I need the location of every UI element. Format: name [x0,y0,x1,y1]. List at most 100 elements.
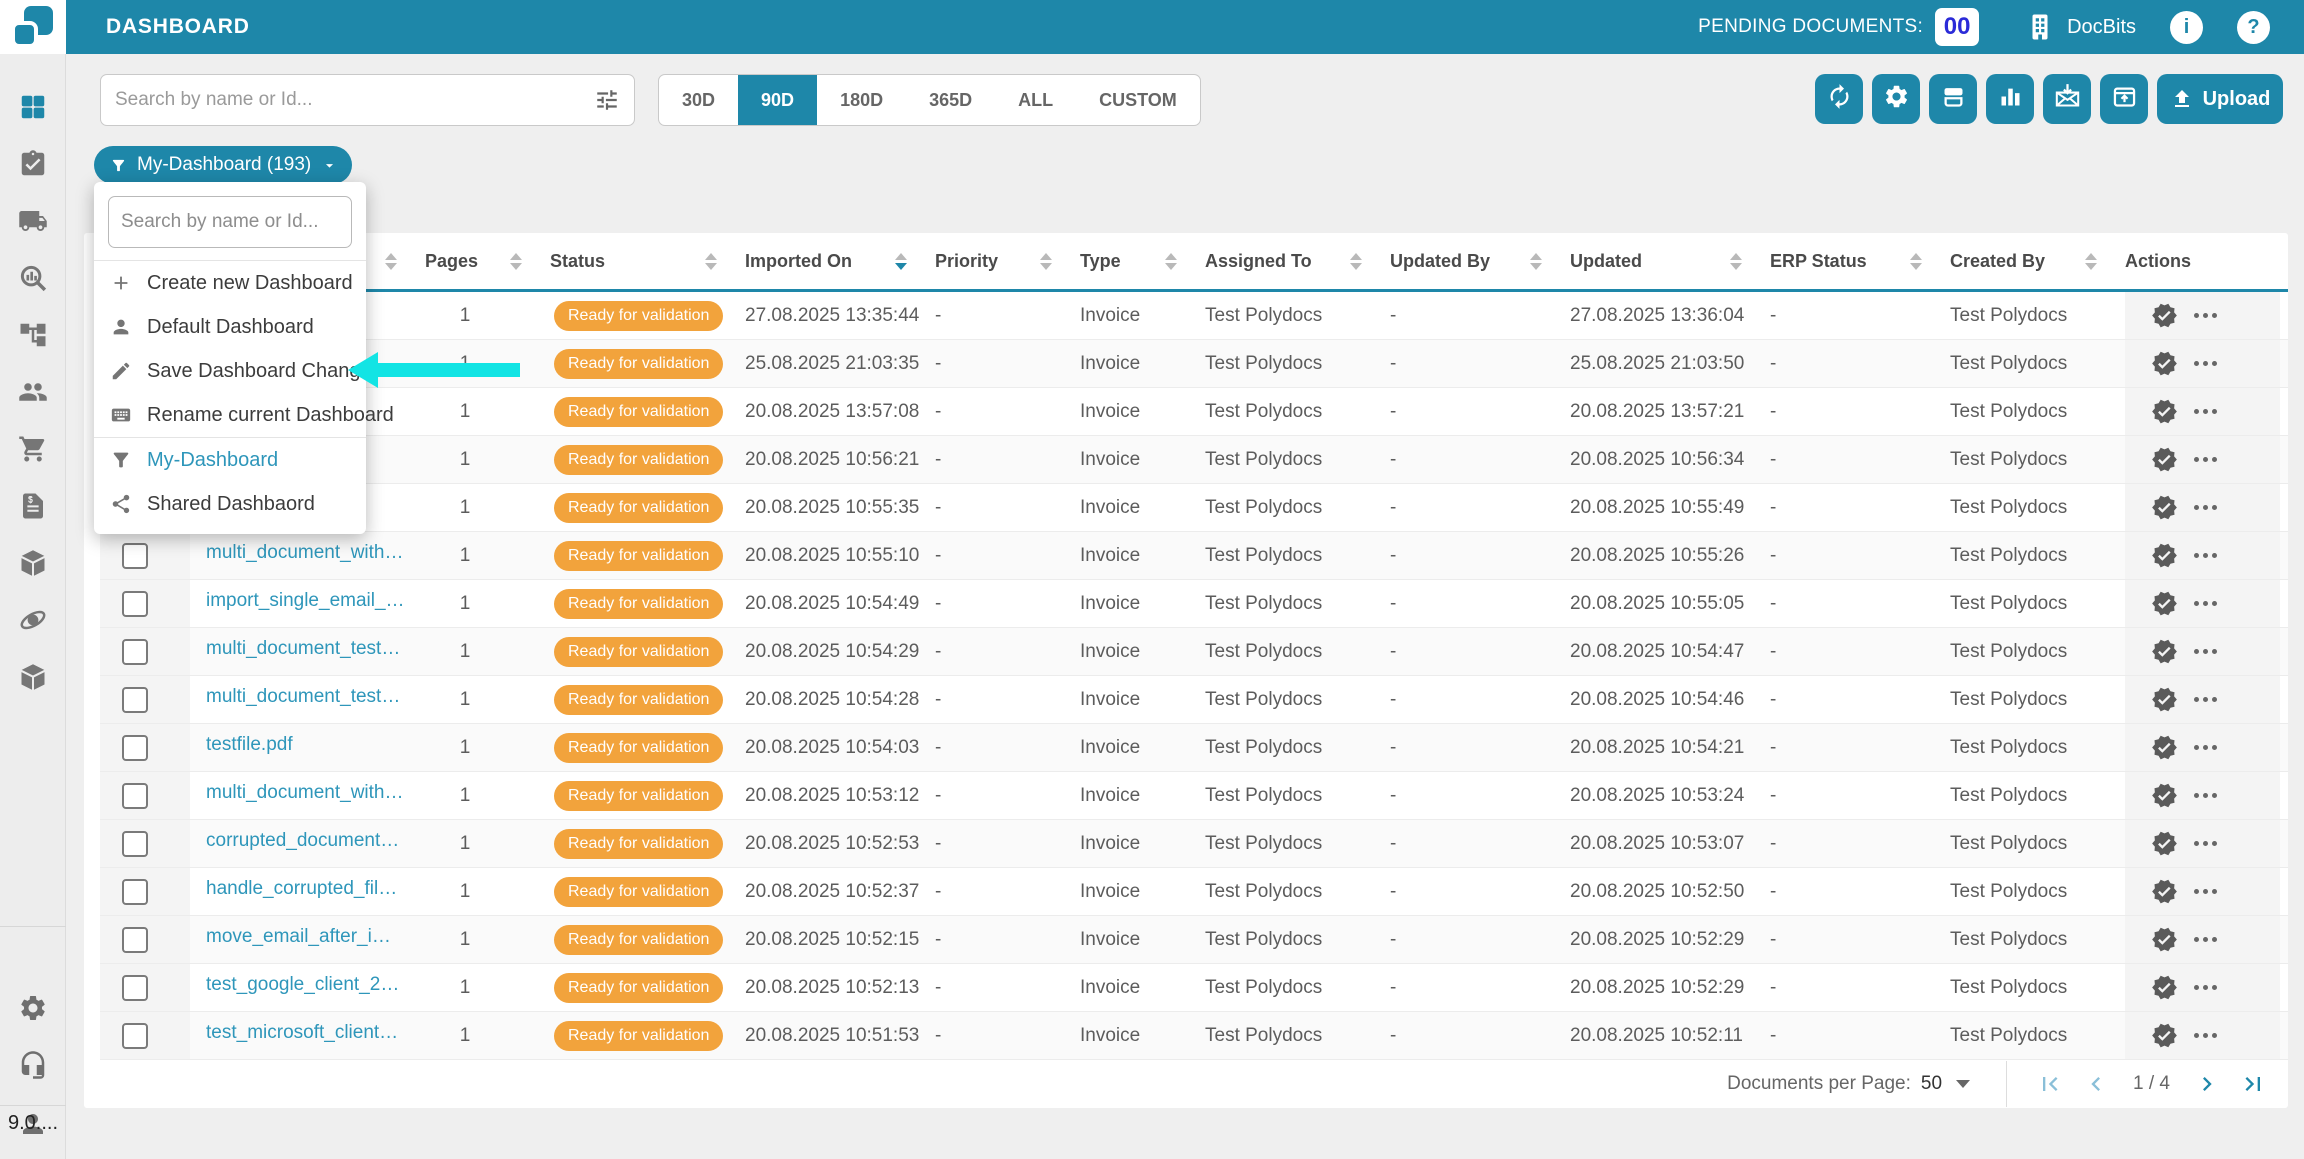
more-actions-icon[interactable] [2192,451,2219,468]
validate-seal-icon[interactable] [2151,1022,2178,1049]
row-checkbox[interactable] [122,590,148,617]
next-page-button[interactable] [2192,1069,2222,1099]
range-button-365d[interactable]: 365D [906,75,995,125]
validate-seal-icon[interactable] [2151,350,2178,377]
document-name-link[interactable]: test_microsoft_client… [190,1022,398,1044]
more-actions-icon[interactable] [2192,643,2219,660]
range-button-90d[interactable]: 90D [738,75,818,125]
gear-button[interactable] [1872,74,1920,124]
scanner-button[interactable] [1929,74,1977,124]
more-actions-icon[interactable] [2192,595,2219,612]
document-name-link[interactable]: multi_document_with… [190,782,403,804]
sort-arrows-icon[interactable] [1350,252,1362,270]
app-logo[interactable] [0,0,66,54]
sidebar-item-workflow[interactable] [18,320,48,350]
row-checkbox[interactable] [122,974,148,1001]
menu-item-default-dashboard[interactable]: Default Dashboard [94,305,366,349]
more-actions-icon[interactable] [2192,403,2219,420]
prev-page-button[interactable] [2081,1069,2111,1099]
more-actions-icon[interactable] [2192,547,2219,564]
validate-seal-icon[interactable] [2151,878,2178,905]
upload-button[interactable]: Upload [2157,74,2283,124]
row-checkbox[interactable] [122,542,148,569]
menu-item-shared-dashbaord[interactable]: Shared Dashbaord [94,482,366,526]
sidebar-item-shipping[interactable] [18,206,48,236]
validate-seal-icon[interactable] [2151,446,2178,473]
more-actions-icon[interactable] [2192,835,2219,852]
documents-per-page-select[interactable]: Documents per Page: 50 [1727,1073,1971,1095]
sort-arrows-icon[interactable] [1040,252,1052,270]
validate-seal-icon[interactable] [2151,542,2178,569]
document-name-link[interactable]: multi_document_test… [190,686,400,708]
sort-arrows-icon[interactable] [2085,252,2097,270]
last-page-button[interactable] [2238,1069,2268,1099]
document-name-link[interactable]: corrupted_document… [190,830,399,852]
column-header-pages[interactable]: Pages [425,233,550,289]
validate-seal-icon[interactable] [2151,734,2178,761]
column-header-updated-by[interactable]: Updated By [1390,233,1570,289]
validate-seal-icon[interactable] [2151,638,2178,665]
first-page-button[interactable] [2035,1069,2065,1099]
sidebar-item-analytics[interactable] [18,263,48,293]
column-header-priority[interactable]: Priority [935,233,1080,289]
validate-seal-icon[interactable] [2151,302,2178,329]
menu-item-create-new-dashboard[interactable]: Create new Dashboard [94,261,366,305]
more-actions-icon[interactable] [2192,1027,2219,1044]
more-actions-icon[interactable] [2192,979,2219,996]
help-icon[interactable]: ? [2237,10,2270,44]
sidebar-item-users[interactable] [18,377,48,407]
more-actions-icon[interactable] [2192,691,2219,708]
sidebar-item-dashboard[interactable] [18,92,48,122]
validate-seal-icon[interactable] [2151,974,2178,1001]
column-header-status[interactable]: Status [550,233,745,289]
validate-seal-icon[interactable] [2151,782,2178,809]
dashboard-selector-pill[interactable]: My-Dashboard (193) [94,146,353,184]
column-header-type[interactable]: Type [1080,233,1205,289]
bar-chart-button[interactable] [1986,74,2034,124]
sort-arrows-icon[interactable] [705,252,717,270]
sidebar-item-support[interactable] [18,1050,48,1080]
row-checkbox[interactable] [122,926,148,953]
document-name-link[interactable]: multi_document_test… [190,638,400,660]
sort-arrows-icon[interactable] [1910,252,1922,270]
sort-arrows-icon[interactable] [1530,252,1542,270]
row-checkbox[interactable] [122,638,148,665]
refresh-button[interactable] [1815,74,1863,124]
row-checkbox[interactable] [122,734,148,761]
more-actions-icon[interactable] [2192,739,2219,756]
sort-arrows-icon[interactable] [510,252,522,270]
row-checkbox[interactable] [122,878,148,905]
dashboard-search-input[interactable] [121,211,339,233]
sort-arrows-icon[interactable] [1165,252,1177,270]
document-name-link[interactable]: multi_document_with… [190,542,403,564]
validate-seal-icon[interactable] [2151,590,2178,617]
box-upload-button[interactable] [2100,74,2148,124]
sidebar-item-integrations[interactable] [18,605,48,635]
document-name-link[interactable]: testfile.pdf [190,734,293,756]
column-header-assigned-to[interactable]: Assigned To [1205,233,1390,289]
more-actions-icon[interactable] [2192,883,2219,900]
more-actions-icon[interactable] [2192,931,2219,948]
mail-import-button[interactable] [2043,74,2091,124]
validate-seal-icon[interactable] [2151,494,2178,521]
menu-item-my-dashboard[interactable]: My-Dashboard [94,438,366,482]
more-actions-icon[interactable] [2192,499,2219,516]
document-name-link[interactable]: test_google_client_20… [190,974,405,996]
row-checkbox[interactable] [122,1022,148,1049]
filter-tune-icon[interactable] [594,87,620,113]
sidebar-item-packages-2[interactable] [18,662,48,692]
info-icon[interactable]: i [2170,10,2203,44]
column-header-updated[interactable]: Updated [1570,233,1770,289]
range-button-all[interactable]: ALL [995,75,1076,125]
column-header-created-by[interactable]: Created By [1950,233,2125,289]
validate-seal-icon[interactable] [2151,926,2178,953]
row-checkbox[interactable] [122,830,148,857]
sidebar-item-tasks[interactable] [18,149,48,179]
search-input[interactable] [115,89,594,111]
sidebar-item-invoices[interactable]: $ [18,491,48,521]
menu-item-save-dashboard-changes[interactable]: Save Dashboard Changes [94,349,382,393]
range-button-custom[interactable]: CUSTOM [1076,75,1200,125]
document-name-link[interactable]: handle_corrupted_file… [190,878,405,900]
sort-arrows-icon[interactable] [895,252,907,270]
sort-arrows-icon[interactable] [385,252,397,270]
